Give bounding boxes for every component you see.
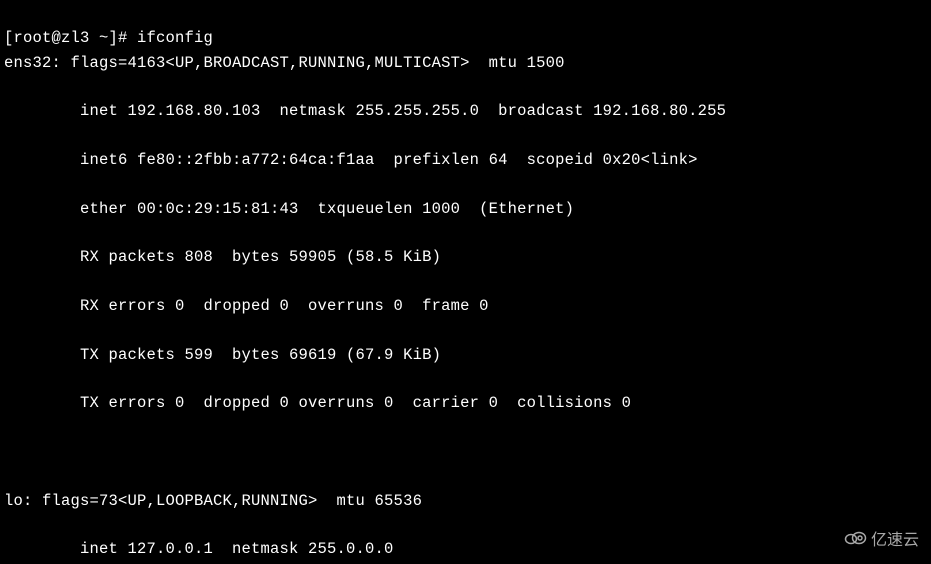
iface-ens32-inet: inet 192.168.80.103 netmask 255.255.255.… <box>4 99 927 123</box>
watermark-badge: 亿速云 <box>843 528 919 554</box>
watermark-text: 亿速云 <box>871 528 919 553</box>
iface-ens32-rx-packets: RX packets 808 bytes 59905 (58.5 KiB) <box>4 245 927 269</box>
iface-ens32-tx-packets: TX packets 599 bytes 69619 (67.9 KiB) <box>4 343 927 367</box>
cloud-icon <box>843 528 867 554</box>
iface-ens32-ether: ether 00:0c:29:15:81:43 txqueuelen 1000 … <box>4 197 927 221</box>
command-text: ifconfig <box>137 29 213 47</box>
iface-ens32-tx-errors: TX errors 0 dropped 0 overruns 0 carrier… <box>4 391 927 415</box>
iface-ens32-inet6: inet6 fe80::2fbb:a772:64ca:f1aa prefixle… <box>4 148 927 172</box>
iface-ens32-rx-errors: RX errors 0 dropped 0 overruns 0 frame 0 <box>4 294 927 318</box>
terminal-output: [root@zl3 ~]# ifconfig ens32: flags=4163… <box>0 0 931 564</box>
iface-lo-inet: inet 127.0.0.1 netmask 255.0.0.0 <box>4 537 927 561</box>
blank-line <box>4 440 927 464</box>
iface-ens32-header: ens32: flags=4163<UP,BROADCAST,RUNNING,M… <box>4 51 927 75</box>
iface-lo-header: lo: flags=73<UP,LOOPBACK,RUNNING> mtu 65… <box>4 489 927 513</box>
shell-prompt: [root@zl3 ~]# <box>4 29 137 47</box>
